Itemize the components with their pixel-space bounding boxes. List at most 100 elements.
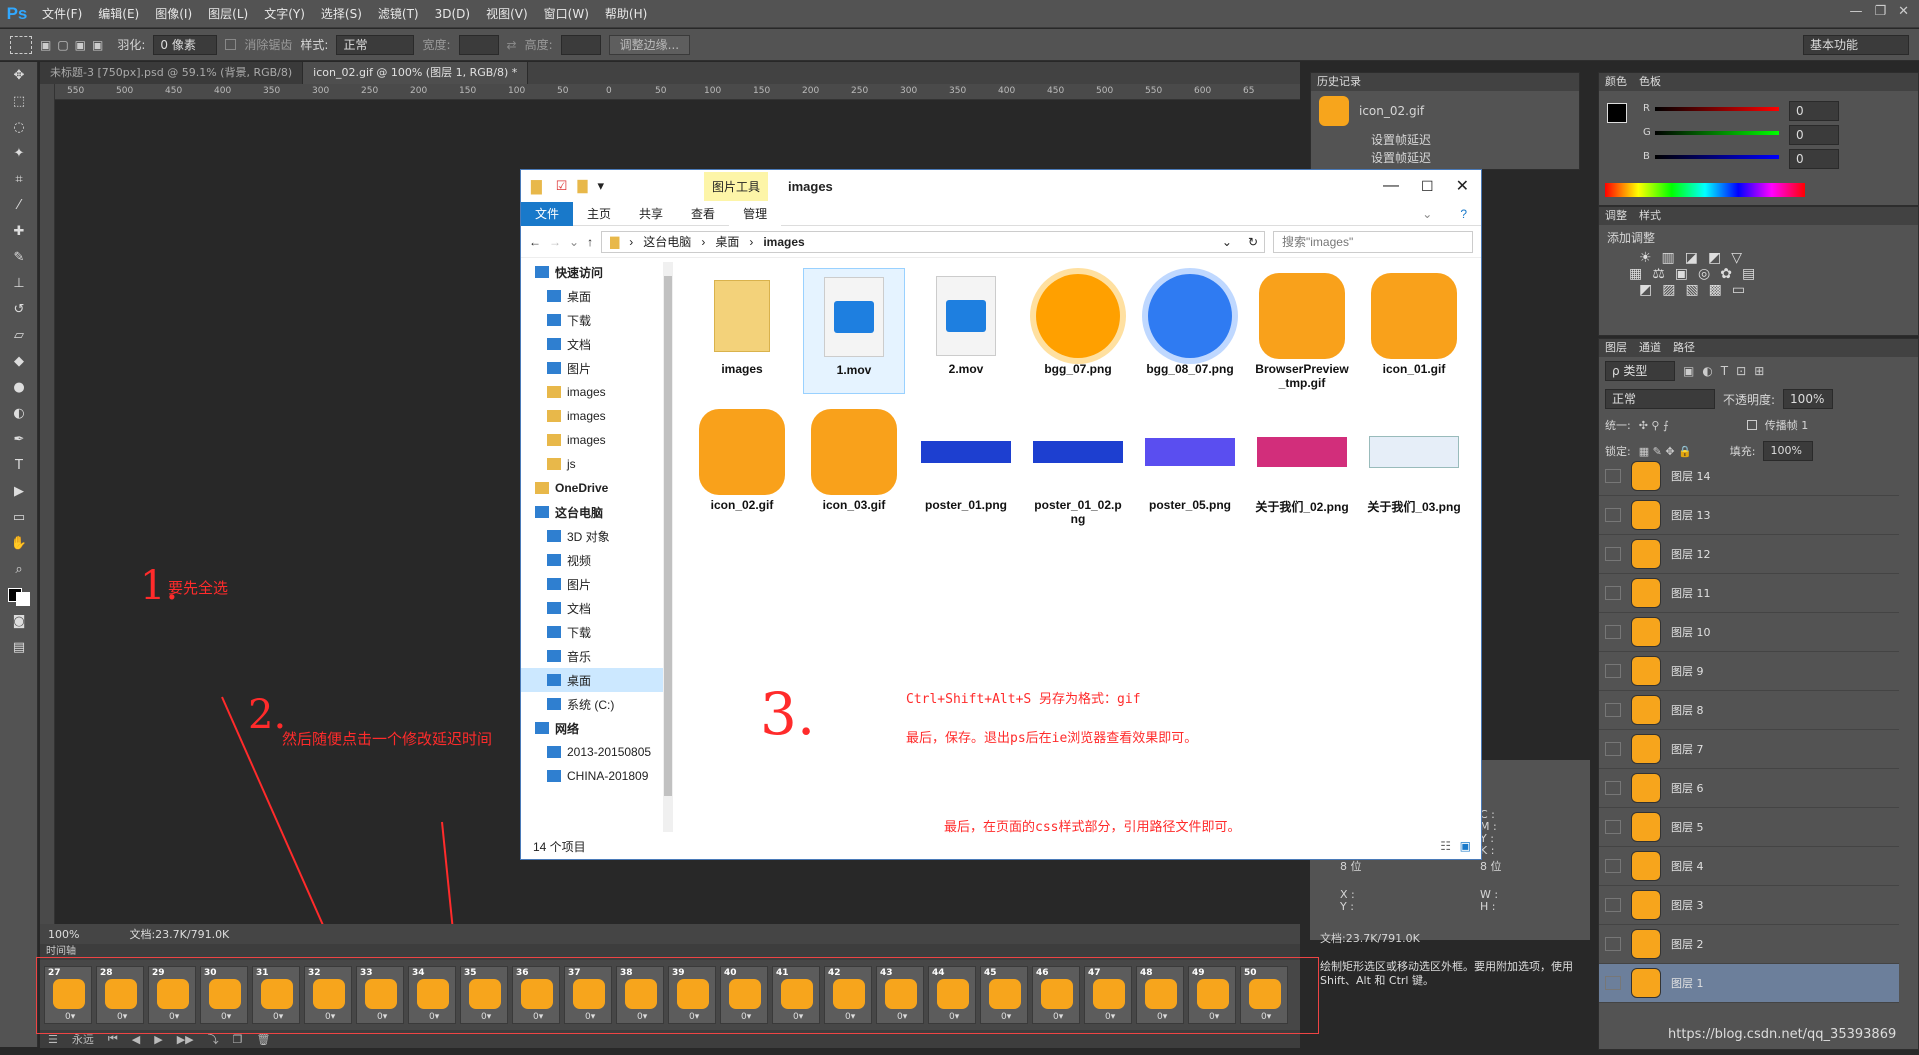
file-item[interactable]: poster_01.png [915, 404, 1017, 530]
visibility-toggle-icon[interactable] [1605, 820, 1621, 834]
frame-delay-select[interactable]: 0▾ [429, 1012, 439, 1022]
timeline-frame[interactable]: 31 0▾ [252, 966, 300, 1024]
layer-row[interactable]: 图层 3 [1599, 886, 1899, 925]
restore-icon[interactable]: ❐ [1874, 4, 1886, 19]
r-slider[interactable] [1655, 107, 1779, 111]
visibility-toggle-icon[interactable] [1605, 937, 1621, 951]
frame-delay-select[interactable]: 0▾ [585, 1012, 595, 1022]
frame-delay-select[interactable]: 0▾ [221, 1012, 231, 1022]
file-item[interactable]: 2.mov [915, 268, 1017, 394]
doc-tab-1[interactable]: 未标题-3 [750px].psd @ 59.1% (背景, RGB/8) [40, 62, 304, 84]
eraser-icon[interactable]: ▱ [0, 322, 38, 348]
paths-tab[interactable]: 路径 [1673, 339, 1695, 357]
frame-delay-select[interactable]: 0▾ [845, 1012, 855, 1022]
visibility-toggle-icon[interactable] [1605, 508, 1621, 522]
nav-item[interactable]: images [521, 380, 671, 404]
file-item[interactable]: bgg_08_07.png [1139, 268, 1241, 394]
shape-tool-icon[interactable]: ▭ [0, 504, 38, 530]
history-tab[interactable]: 历史记录 [1317, 73, 1361, 91]
layer-filter-select[interactable]: ρ 类型 [1605, 361, 1675, 381]
healing-brush-icon[interactable]: ✚ [0, 218, 38, 244]
menu-help[interactable]: 帮助(H) [597, 0, 655, 28]
b-slider[interactable] [1655, 155, 1779, 159]
frame-delay-select[interactable]: 0▾ [169, 1012, 179, 1022]
breadcrumb-item[interactable]: 这台电脑 [643, 233, 691, 250]
timeline-frame[interactable]: 30 0▾ [200, 966, 248, 1024]
layer-row[interactable]: 图层 12 [1599, 535, 1899, 574]
file-item[interactable]: poster_05.png [1139, 404, 1241, 530]
frame-delay-select[interactable]: 0▾ [65, 1012, 75, 1022]
marquee-tool-icon[interactable]: ⬚ [0, 88, 38, 114]
history-brush-icon[interactable]: ↺ [0, 296, 38, 322]
timeline-frame[interactable]: 38 0▾ [616, 966, 664, 1024]
file-item[interactable]: 1.mov [803, 268, 905, 394]
visibility-toggle-icon[interactable] [1605, 742, 1621, 756]
blend-mode-select[interactable]: 正常 [1605, 389, 1715, 409]
timeline-frame[interactable]: 36 0▾ [512, 966, 560, 1024]
timeline-frame[interactable]: 42 0▾ [824, 966, 872, 1024]
layer-row[interactable]: 图层 4 [1599, 847, 1899, 886]
adjustment-icons[interactable]: ◩▨▧▩▭ [1599, 282, 1918, 298]
frame-delay-select[interactable]: 0▾ [1261, 1012, 1271, 1022]
width-input[interactable] [458, 34, 499, 55]
frame-delay-select[interactable]: 0▾ [689, 1012, 699, 1022]
filter-icons[interactable]: ▣◐T⊡⊞ [1683, 364, 1772, 378]
timeline-frame[interactable]: 33 0▾ [356, 966, 404, 1024]
breadcrumb-item[interactable]: 桌面 [715, 233, 739, 250]
frame-delay-select[interactable]: 0▾ [325, 1012, 335, 1022]
frame-delay-select[interactable]: 0▾ [117, 1012, 127, 1022]
layer-row[interactable]: 图层 10 [1599, 613, 1899, 652]
timeline-frame[interactable]: 37 0▾ [564, 966, 612, 1024]
timeline-frame[interactable]: 34 0▾ [408, 966, 456, 1024]
g-input[interactable]: 0 [1789, 125, 1839, 145]
visibility-toggle-icon[interactable] [1605, 703, 1621, 717]
layer-row[interactable]: 图层 5 [1599, 808, 1899, 847]
frame-delay-select[interactable]: 0▾ [533, 1012, 543, 1022]
layer-row[interactable]: 图层 2 [1599, 925, 1899, 964]
help-icon[interactable]: ? [1446, 202, 1481, 226]
timeline-frame[interactable]: 46 0▾ [1032, 966, 1080, 1024]
ex-minimize-icon[interactable]: — [1383, 177, 1399, 195]
layer-row[interactable]: 图层 1 [1599, 964, 1899, 1003]
nav-item[interactable]: 图片 [521, 356, 671, 380]
dodge-tool-icon[interactable]: ◐ [0, 400, 38, 426]
crop-tool-icon[interactable]: ⌗ [0, 166, 38, 192]
styles-tab[interactable]: 样式 [1639, 207, 1661, 225]
nav-item[interactable]: 3D 对象 [521, 524, 671, 548]
eyedropper-icon[interactable]: ⁄ [0, 192, 38, 218]
nav-item[interactable]: 网络 [521, 716, 671, 740]
visibility-toggle-icon[interactable] [1605, 625, 1621, 639]
frame-delay-select[interactable]: 0▾ [377, 1012, 387, 1022]
frame-delay-select[interactable]: 0▾ [637, 1012, 647, 1022]
selection-mode-icons[interactable]: ▣▢▣▣ [40, 38, 109, 52]
picture-tools-tab[interactable]: 图片工具 [703, 171, 768, 201]
file-item[interactable]: icon_02.gif [691, 404, 793, 530]
nav-item[interactable]: images [521, 404, 671, 428]
visibility-toggle-icon[interactable] [1605, 586, 1621, 600]
first-frame-icon[interactable]: ⏮ [108, 1032, 118, 1046]
address-bar[interactable]: ▇ › 这台电脑 › 桌面 › images ⌄ ↻ [601, 230, 1265, 253]
frame-delay-select[interactable]: 0▾ [949, 1012, 959, 1022]
ribbon-view[interactable]: 查看 [677, 202, 729, 226]
style-select[interactable]: 正常 [336, 34, 415, 55]
swap-icon[interactable]: ⇄ [507, 38, 517, 52]
loop-select[interactable]: 永远 [72, 1031, 94, 1047]
nav-item[interactable]: 下载 [521, 620, 671, 644]
breadcrumb-item[interactable]: images [763, 235, 804, 249]
layer-row[interactable]: 图层 13 [1599, 496, 1899, 535]
address-dropdown-icon[interactable]: ⌄ [1222, 235, 1232, 249]
ribbon-expand-icon[interactable]: ⌄ [1408, 202, 1446, 226]
timeline-frame[interactable]: 49 0▾ [1188, 966, 1236, 1024]
nav-item[interactable]: 视频 [521, 548, 671, 572]
nav-item[interactable]: 系统 (C:) [521, 692, 671, 716]
timeline-frame[interactable]: 40 0▾ [720, 966, 768, 1024]
height-input[interactable] [560, 34, 601, 55]
timeline-frame[interactable]: 48 0▾ [1136, 966, 1184, 1024]
ribbon-home[interactable]: 主页 [573, 202, 625, 226]
pen-tool-icon[interactable]: ✒ [0, 426, 38, 452]
channels-tab[interactable]: 通道 [1639, 339, 1661, 357]
adjustment-icons[interactable]: ▦⚖▣◎✿▤ [1599, 266, 1918, 282]
timeline-frame[interactable]: 44 0▾ [928, 966, 976, 1024]
menu-3d[interactable]: 3D(D) [427, 0, 478, 28]
frame-delay-select[interactable]: 0▾ [481, 1012, 491, 1022]
